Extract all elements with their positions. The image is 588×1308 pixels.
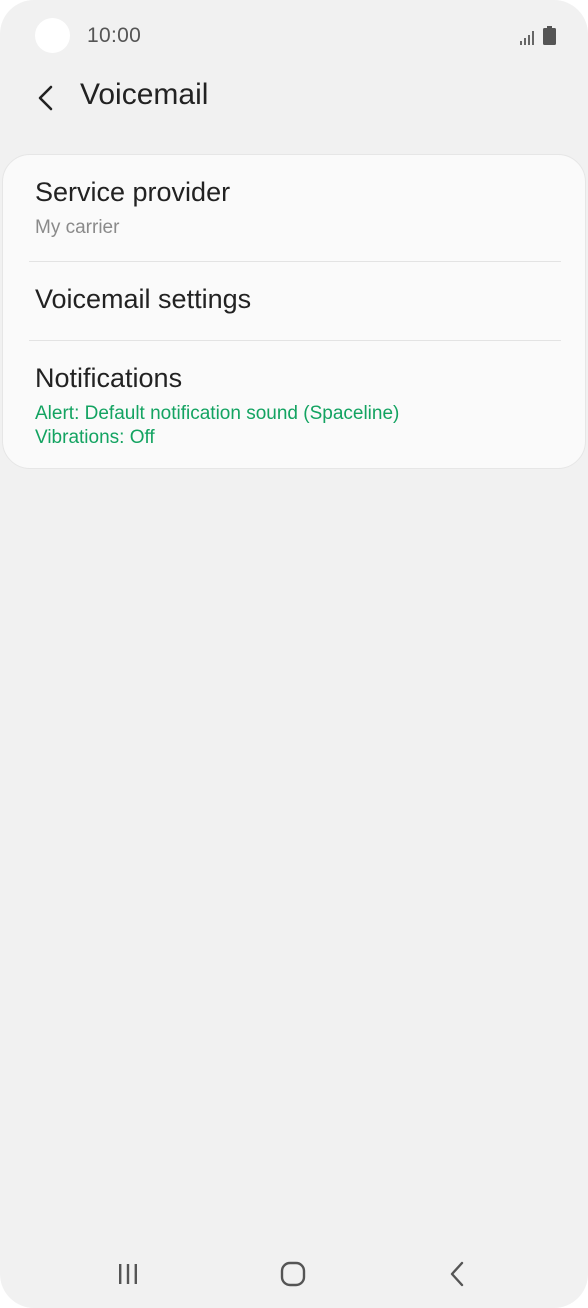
home-icon	[280, 1261, 306, 1287]
item-title: Voicemail settings	[35, 284, 252, 314]
signal-icon	[520, 31, 534, 45]
voicemail-settings-item[interactable]: Voicemail settings	[3, 262, 587, 340]
chevron-left-icon	[38, 85, 53, 111]
notification-vibration-text: Vibrations: Off	[35, 427, 155, 448]
status-time: 10:00	[87, 24, 142, 47]
item-subtitle: My carrier	[35, 217, 120, 238]
back-button[interactable]	[26, 76, 66, 120]
status-bar: 10:00	[0, 0, 588, 72]
item-title: Service provider	[35, 177, 231, 207]
navigation-bar	[0, 1240, 588, 1308]
recent-apps-button[interactable]	[98, 1254, 158, 1294]
app-header: Voicemail	[0, 72, 588, 124]
battery-icon	[543, 26, 556, 45]
service-provider-item[interactable]: Service provider My carrier	[3, 155, 587, 261]
phone-screen: 10:00 Voicemail Service provider My carr…	[0, 0, 588, 1308]
recent-apps-icon	[119, 1264, 137, 1284]
notifications-item[interactable]: Notifications Alert: Default notificatio…	[3, 341, 587, 469]
item-title: Notifications	[35, 363, 183, 393]
home-button[interactable]	[263, 1254, 323, 1294]
nav-back-button[interactable]	[428, 1254, 488, 1294]
settings-card: Service provider My carrier Voicemail se…	[2, 154, 586, 469]
notification-alert-text: Alert: Default notification sound (Space…	[35, 403, 400, 424]
page-title: Voicemail	[80, 78, 209, 111]
back-icon	[450, 1261, 464, 1287]
camera-cutout	[35, 18, 70, 53]
